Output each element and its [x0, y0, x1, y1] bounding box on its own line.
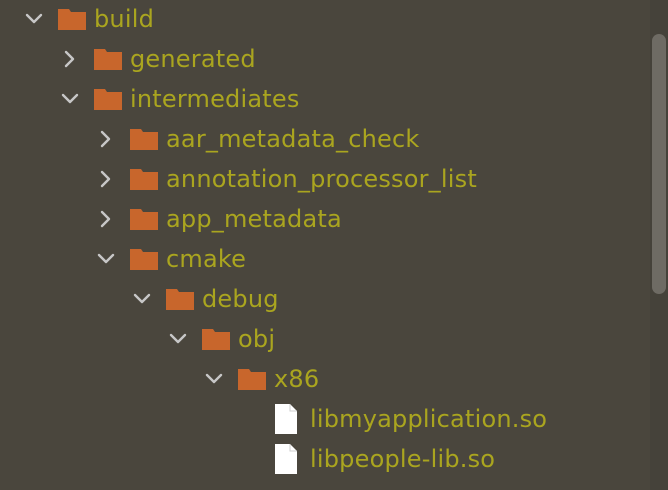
- tree-folder-app-metadata[interactable]: app_metadata: [0, 199, 650, 239]
- vertical-scrollbar[interactable]: [650, 0, 668, 490]
- tree-item-label: annotation_processor_list: [166, 165, 477, 193]
- tree-folder-cmake[interactable]: cmake: [0, 239, 650, 279]
- chevron-right-icon[interactable]: [58, 47, 82, 71]
- folder-icon: [94, 86, 122, 112]
- tree-item-label: debug: [202, 285, 279, 313]
- folder-icon: [130, 166, 158, 192]
- chevron-down-icon[interactable]: [22, 7, 46, 31]
- tree-item-label: x86: [274, 365, 320, 393]
- tree-folder-annotation-processor-list[interactable]: annotation_processor_list: [0, 159, 650, 199]
- file-icon: [274, 444, 302, 474]
- file-icon: [274, 404, 302, 434]
- chevron-right-icon[interactable]: [94, 167, 118, 191]
- tree-folder-x86[interactable]: x86: [0, 359, 650, 399]
- tree-item-label: aar_metadata_check: [166, 125, 420, 153]
- tree-item-label: generated: [130, 45, 256, 73]
- chevron-right-icon[interactable]: [94, 127, 118, 151]
- chevron-down-icon[interactable]: [202, 367, 226, 391]
- folder-icon: [130, 126, 158, 152]
- chevron-down-icon[interactable]: [58, 87, 82, 111]
- tree-item-label: intermediates: [130, 85, 300, 113]
- chevron-down-icon[interactable]: [166, 327, 190, 351]
- tree-folder-build[interactable]: build: [0, 0, 650, 39]
- tree-folder-intermediates[interactable]: intermediates: [0, 79, 650, 119]
- scrollbar-thumb[interactable]: [652, 34, 666, 294]
- tree-item-label: libpeople-lib.so: [310, 445, 496, 473]
- tree-file-libpeople-lib-so[interactable]: libpeople-lib.so: [0, 439, 650, 479]
- tree-item-label: libmyapplication.so: [310, 405, 548, 433]
- chevron-down-icon[interactable]: [130, 287, 154, 311]
- tree-item-label: cmake: [166, 245, 247, 273]
- folder-icon: [166, 286, 194, 312]
- chevron-right-icon[interactable]: [94, 207, 118, 231]
- tree-item-label: app_metadata: [166, 205, 342, 233]
- folder-icon: [202, 326, 230, 352]
- tree-folder-obj[interactable]: obj: [0, 319, 650, 359]
- tree-file-libmyapplication-so[interactable]: libmyapplication.so: [0, 399, 650, 439]
- tree-item-label: build: [94, 5, 155, 33]
- tree-folder-debug[interactable]: debug: [0, 279, 650, 319]
- folder-icon: [130, 206, 158, 232]
- folder-icon: [94, 46, 122, 72]
- tree-item-label: obj: [238, 325, 276, 353]
- tree-folder-aar-metadata-check[interactable]: aar_metadata_check: [0, 119, 650, 159]
- folder-icon: [130, 246, 158, 272]
- tree-folder-generated[interactable]: generated: [0, 39, 650, 79]
- folder-icon: [238, 366, 266, 392]
- folder-icon: [58, 6, 86, 32]
- chevron-down-icon[interactable]: [94, 247, 118, 271]
- project-tree: build generated intermediates aar_metadata_…: [0, 0, 650, 490]
